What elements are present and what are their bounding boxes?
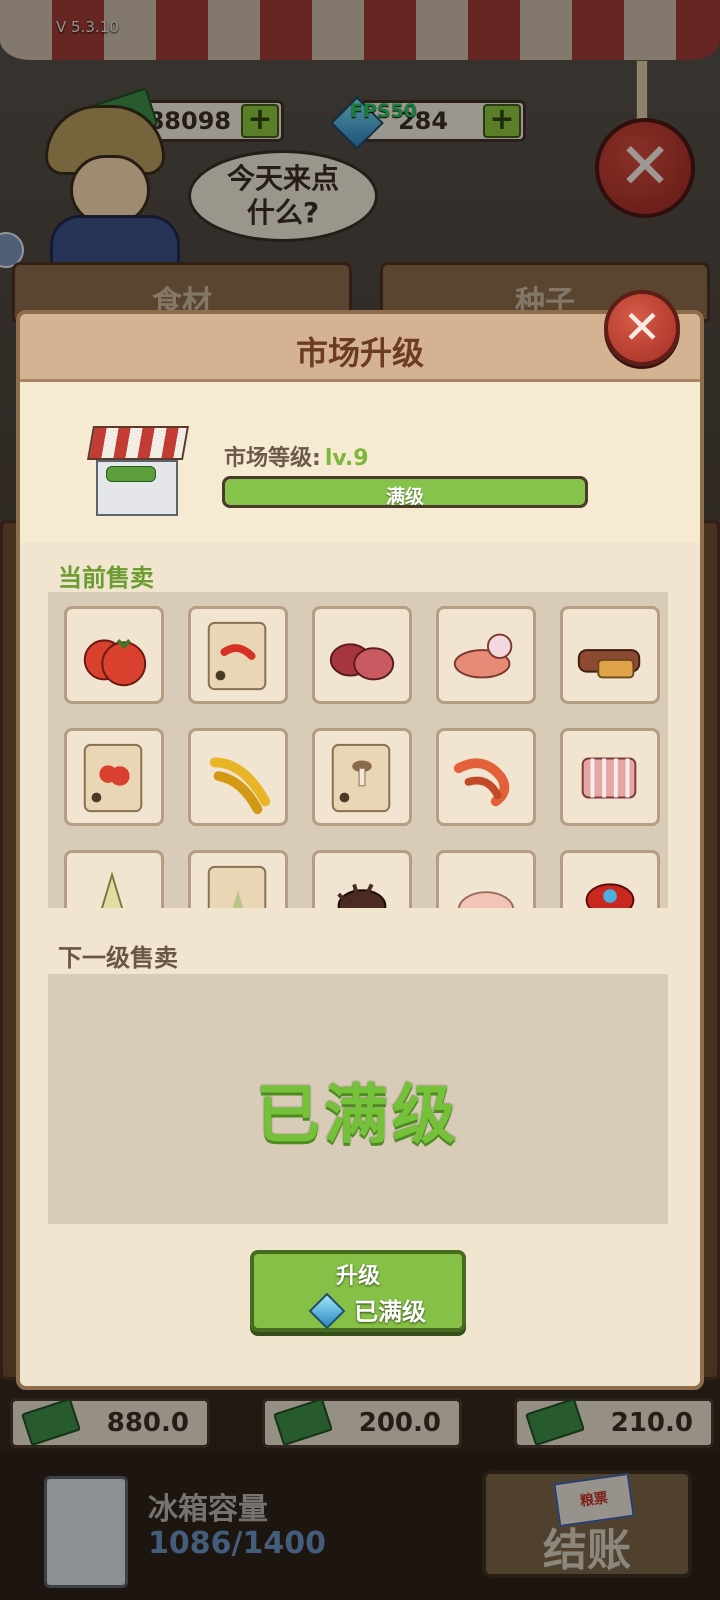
- item-slot[interactable]: [64, 606, 164, 704]
- crab-icon: [585, 883, 635, 908]
- item-slot[interactable]: [436, 850, 536, 908]
- dialog-title: 市场升级: [295, 334, 424, 372]
- level-caption: 市场等级:: [224, 446, 321, 471]
- market-stall-icon: [87, 426, 189, 522]
- item-slot[interactable]: [560, 850, 660, 908]
- bamboo-shoot-icon: [101, 871, 124, 908]
- dialog-header: 市场升级: [20, 314, 700, 382]
- stall-vegetables: [106, 466, 156, 482]
- bamboo-seed-bag-icon: [207, 865, 267, 908]
- liver-meat-icon: [329, 643, 395, 681]
- item-slot[interactable]: [64, 850, 164, 908]
- stall-roof: [87, 426, 189, 460]
- market-level-panel: 市场等级: lv.9 满级: [20, 382, 700, 542]
- pork-slices-icon: [453, 633, 513, 679]
- level-value: lv.9: [324, 446, 369, 471]
- market-level-label: 市场等级: lv.9: [224, 440, 369, 472]
- upgrade-label: 升级: [335, 1264, 380, 1289]
- tomato-seed-bag-icon: [83, 743, 143, 813]
- item-slot[interactable]: [312, 728, 412, 826]
- progress-text: 满级: [385, 486, 424, 508]
- close-dialog-button[interactable]: ✕: [604, 290, 680, 366]
- tomato-icon: [83, 639, 147, 687]
- sea-cucumber-icon: [337, 883, 387, 908]
- max-level-text: 已满级: [256, 1079, 460, 1153]
- item-slot[interactable]: [560, 728, 660, 826]
- item-slot[interactable]: [436, 728, 536, 826]
- item-slot[interactable]: [312, 850, 412, 908]
- item-grid: [64, 606, 660, 908]
- cured-meat-icon: [577, 649, 641, 679]
- item-slot[interactable]: [436, 606, 536, 704]
- item-slot[interactable]: [64, 728, 164, 826]
- yellow-pepper-icon: [209, 757, 271, 815]
- current-items-scroll[interactable]: [48, 592, 668, 908]
- shrimp-icon: [453, 758, 510, 807]
- upgrade-cost: 已满级: [354, 1298, 426, 1326]
- gem-icon: [308, 1292, 346, 1330]
- chili-seed-bag-icon: [207, 621, 267, 691]
- upgrade-button[interactable]: 升级 已满级: [250, 1250, 466, 1332]
- mushroom-seed-bag-icon: [331, 743, 391, 813]
- item-slot[interactable]: [188, 606, 288, 704]
- chicken-feet-icon: [457, 891, 515, 908]
- current-sale-title: 当前售卖: [58, 564, 154, 592]
- market-upgrade-dialog: 市场升级 市场等级: lv.9 满级 当前售卖 下一级售卖 已满级 升级 已满级: [16, 310, 704, 1390]
- next-level-sale-title: 下一级售卖: [58, 944, 178, 972]
- ribs-icon: [581, 757, 637, 799]
- item-slot[interactable]: [188, 728, 288, 826]
- next-level-panel: 已满级: [48, 974, 668, 1224]
- item-slot[interactable]: [312, 606, 412, 704]
- item-slot[interactable]: [188, 850, 288, 908]
- level-progress-bar: 满级: [222, 476, 588, 508]
- item-slot[interactable]: [560, 606, 660, 704]
